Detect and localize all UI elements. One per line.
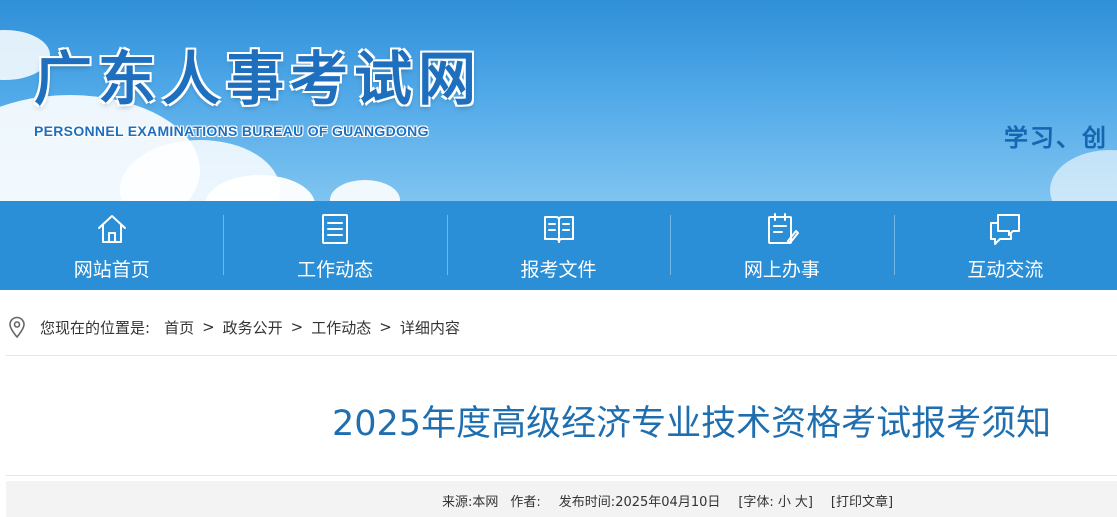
breadcrumb-separator: > bbox=[290, 318, 304, 336]
breadcrumb-item-home[interactable]: 首页 bbox=[164, 317, 194, 338]
nav-item-online-services[interactable]: 网上办事 bbox=[670, 201, 893, 290]
home-icon bbox=[97, 215, 126, 243]
main-nav: 网站首页 工作动态 报考文件 网上办事 互动交流 bbox=[0, 201, 1117, 290]
nav-label: 网上办事 bbox=[743, 259, 820, 281]
print-article-button[interactable]: [打印文章] bbox=[831, 491, 893, 510]
site-subtitle: PERSONNEL EXAMINATIONS BUREAU OF GUANGDO… bbox=[34, 123, 429, 139]
nav-label: 工作动态 bbox=[297, 259, 374, 281]
date-value: 2025年04月10日 bbox=[615, 495, 721, 510]
open-book-icon bbox=[543, 216, 574, 243]
date-label: 发布时间: bbox=[558, 495, 616, 510]
nav-item-work-news[interactable]: 工作动态 bbox=[223, 201, 446, 290]
cloud-decoration bbox=[1050, 150, 1117, 201]
slogan: 学习、创 bbox=[1004, 124, 1108, 152]
source-value: 本网 bbox=[472, 495, 499, 510]
article-title: 2025年度高级经济专业技术资格考试报考须知 bbox=[332, 404, 1052, 444]
breadcrumb-prefix: 您现在的位置是: bbox=[40, 318, 151, 337]
location-pin-icon bbox=[9, 316, 25, 338]
source-label: 来源: bbox=[442, 495, 473, 510]
author-label: 作者: bbox=[510, 495, 541, 510]
breadcrumb: 您现在的位置是: 首页 > 政务公开 > 工作动态 > 详细内容 bbox=[8, 313, 460, 341]
breadcrumb-item-government-affairs[interactable]: 政务公开 bbox=[223, 317, 283, 338]
cloud-decoration bbox=[330, 180, 400, 201]
nav-label: 报考文件 bbox=[520, 259, 597, 281]
chat-bubbles-icon bbox=[990, 214, 1021, 245]
font-large-button[interactable]: 大] bbox=[795, 491, 813, 510]
nav-item-interaction[interactable]: 互动交流 bbox=[893, 201, 1117, 290]
breadcrumb-separator: > bbox=[379, 318, 392, 336]
document-list-icon bbox=[322, 214, 349, 244]
nav-label: 网站首页 bbox=[73, 259, 150, 281]
nav-item-home[interactable]: 网站首页 bbox=[0, 201, 223, 290]
divider bbox=[6, 475, 1117, 476]
article-meta: 来源: 本网 作者: 发布时间: 2025年04月10日 [字体: 小 大] [… bbox=[442, 491, 893, 510]
breadcrumb-item-current: 详细内容 bbox=[399, 318, 460, 337]
divider bbox=[6, 355, 1117, 356]
nav-label: 互动交流 bbox=[967, 259, 1044, 281]
font-small-button[interactable]: 小 bbox=[778, 491, 791, 510]
font-size-label: [字体: bbox=[738, 495, 774, 510]
header-banner: 广东人事考试网 PERSONNEL EXAMINATIONS BUREAU OF… bbox=[0, 0, 1117, 201]
breadcrumb-item-work-news[interactable]: 工作动态 bbox=[311, 317, 371, 338]
breadcrumb-separator: > bbox=[202, 318, 215, 336]
nav-item-exam-documents[interactable]: 报考文件 bbox=[446, 201, 670, 290]
clipboard-edit-icon bbox=[767, 213, 799, 244]
site-title[interactable]: 广东人事考试网 bbox=[34, 50, 482, 108]
